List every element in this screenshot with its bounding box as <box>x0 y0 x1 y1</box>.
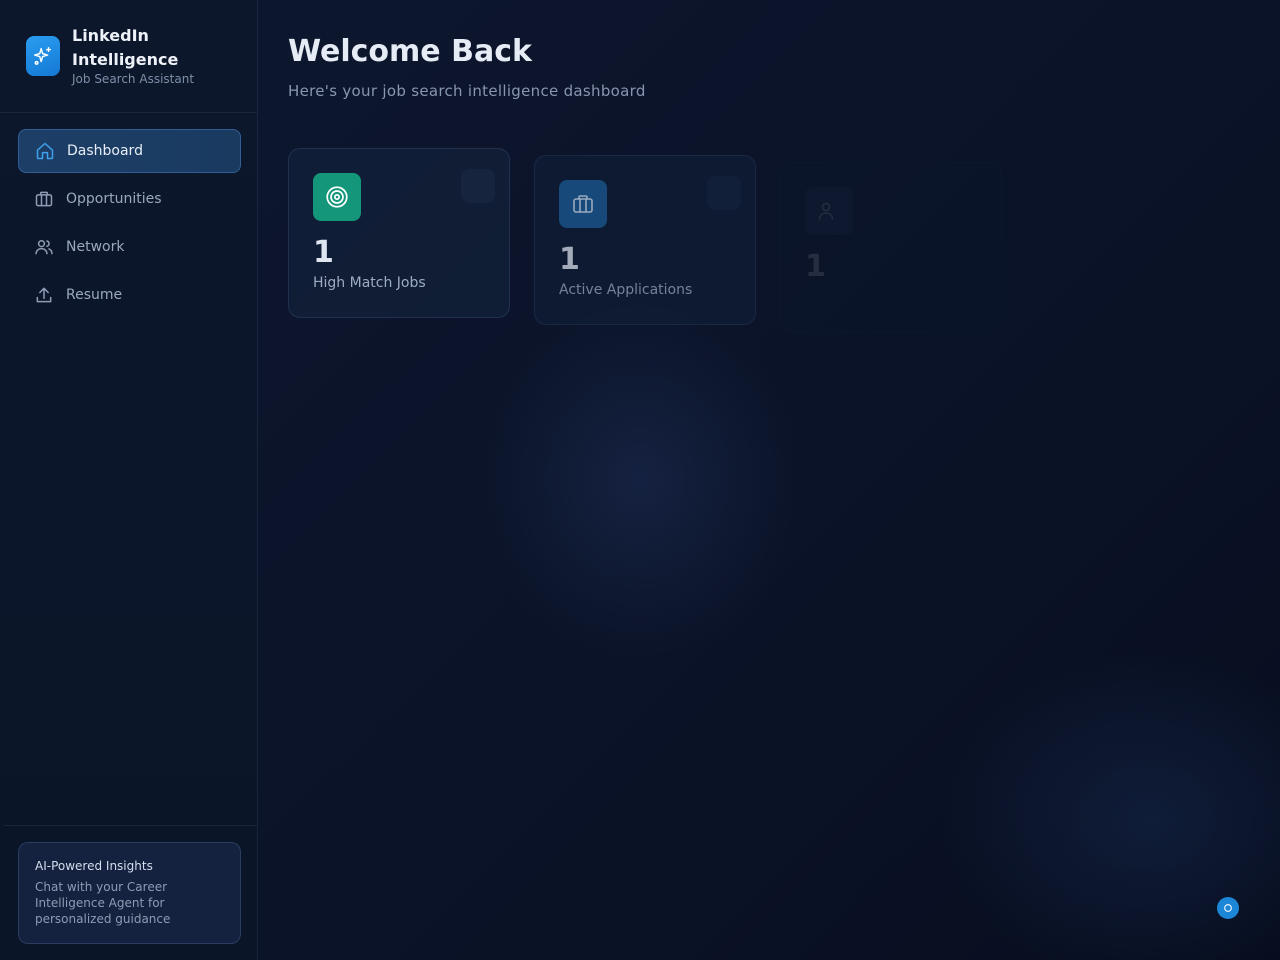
stat-card-active-applications[interactable]: 1 Active Applications <box>534 155 756 325</box>
page-title: Welcome Back <box>288 34 532 69</box>
users-icon <box>805 187 853 235</box>
upload-icon <box>34 285 54 305</box>
brand-subtitle: Job Search Assistant <box>72 72 195 86</box>
card-decoration <box>461 169 495 203</box>
briefcase-icon <box>559 180 607 228</box>
sidebar: LinkedIn Intelligence Job Search Assista… <box>0 0 258 960</box>
sidebar-divider <box>4 825 257 826</box>
insights-title: AI-Powered Insights <box>35 859 153 873</box>
brand-header: LinkedIn Intelligence Job Search Assista… <box>0 0 257 113</box>
stat-value: 1 <box>313 235 334 270</box>
stat-label: Active Applications <box>559 282 693 298</box>
target-icon <box>313 173 361 221</box>
users-icon <box>34 237 54 257</box>
card-decoration <box>707 176 741 210</box>
sidebar-nav: Dashboard Opportunities Network Resume <box>18 129 241 321</box>
briefcase-icon <box>34 189 54 209</box>
brand-title: LinkedIn Intelligence <box>72 26 179 69</box>
sidebar-item-label: Dashboard <box>67 143 143 159</box>
sidebar-item-resume[interactable]: Resume <box>18 273 241 317</box>
insights-text: Chat with your Career Intelligence Agent… <box>35 880 171 926</box>
home-icon <box>35 141 55 161</box>
sidebar-item-opportunities[interactable]: Opportunities <box>18 177 241 221</box>
stat-value: 1 <box>805 249 826 284</box>
ai-insights-card[interactable]: AI-Powered Insights Chat with your Caree… <box>18 842 241 944</box>
stat-value: 1 <box>559 242 580 277</box>
sidebar-item-dashboard[interactable]: Dashboard <box>18 129 241 173</box>
stat-card-high-match-jobs[interactable]: 1 High Match Jobs <box>288 148 510 318</box>
stat-card-network[interactable]: 1 <box>780 162 1002 332</box>
sidebar-item-label: Network <box>66 239 125 255</box>
page-subtitle: Here's your job search intelligence dash… <box>288 82 646 100</box>
sidebar-item-label: Opportunities <box>66 191 162 207</box>
sidebar-item-label: Resume <box>66 287 123 303</box>
sidebar-item-network[interactable]: Network <box>18 225 241 269</box>
app-root: LinkedIn Intelligence Job Search Assista… <box>0 0 1280 960</box>
stat-label: High Match Jobs <box>313 275 426 291</box>
sparkles-icon <box>26 36 60 76</box>
chat-launcher-button[interactable] <box>1217 897 1239 919</box>
